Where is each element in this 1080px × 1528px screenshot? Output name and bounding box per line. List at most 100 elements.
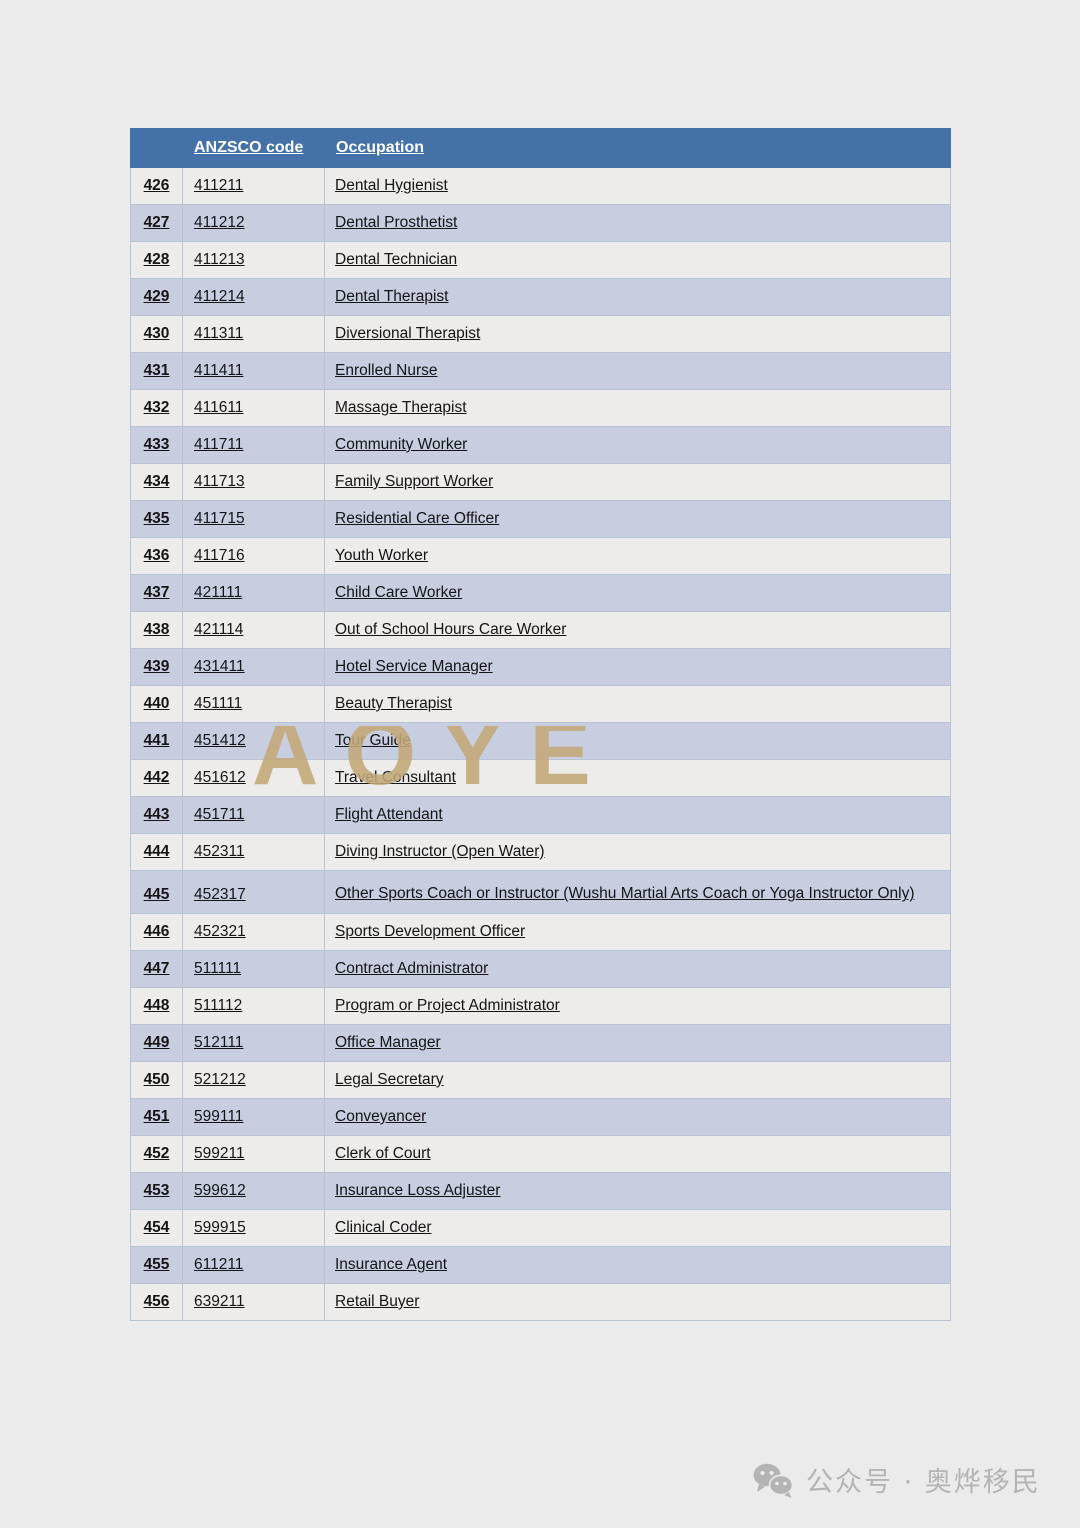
cell-occupation: Community Worker bbox=[324, 426, 951, 464]
cell-occupation: Legal Secretary bbox=[324, 1061, 951, 1099]
row-index-text: 449 bbox=[143, 1034, 170, 1051]
cell-row-index: 456 bbox=[130, 1283, 183, 1321]
table-row: 449 512111 Office Manager bbox=[130, 1024, 951, 1062]
occupation-text: Massage Therapist bbox=[335, 398, 467, 416]
cell-occupation: Office Manager bbox=[324, 1024, 951, 1062]
document-page: ANZSCO code Occupation 426 411211 Dental H… bbox=[0, 0, 1080, 1528]
row-index-text: 442 bbox=[143, 769, 170, 786]
table-row: 455 611211 Insurance Agent bbox=[130, 1246, 951, 1284]
row-index-text: 454 bbox=[143, 1219, 170, 1236]
cell-row-index: 426 bbox=[130, 167, 183, 205]
cell-anzsco-code: 411716 bbox=[182, 537, 325, 575]
cell-anzsco-code: 411213 bbox=[182, 241, 325, 279]
table-row: 451 599111 Conveyancer bbox=[130, 1098, 951, 1136]
cell-occupation: Family Support Worker bbox=[324, 463, 951, 501]
anzsco-code-text: 452317 bbox=[194, 886, 246, 903]
row-index-text: 447 bbox=[143, 960, 170, 977]
cell-anzsco-code: 451111 bbox=[182, 685, 325, 723]
table-row: 428 411213 Dental Technician bbox=[130, 241, 951, 279]
table-row: 434 411713 Family Support Worker bbox=[130, 463, 951, 501]
table-header: ANZSCO code Occupation bbox=[130, 128, 951, 168]
anzsco-code-text: 411715 bbox=[194, 510, 245, 527]
cell-occupation: Tour Guide bbox=[324, 722, 951, 760]
table-row: 430 411311 Diversional Therapist bbox=[130, 315, 951, 353]
cell-occupation: Residential Care Officer bbox=[324, 500, 951, 538]
anzsco-code-text: 599915 bbox=[194, 1219, 246, 1236]
row-index-text: 429 bbox=[143, 288, 170, 305]
table-row: 444 452311 Diving Instructor (Open Water) bbox=[130, 833, 951, 871]
anzsco-code-text: 431411 bbox=[194, 658, 245, 675]
anzsco-code-text: 411611 bbox=[194, 399, 244, 416]
cell-row-index: 427 bbox=[130, 204, 183, 242]
table-row: 441 451412 Tour Guide bbox=[130, 722, 951, 760]
row-index-text: 445 bbox=[143, 886, 170, 903]
cell-row-index: 451 bbox=[130, 1098, 183, 1136]
cell-anzsco-code: 451612 bbox=[182, 759, 325, 797]
table-row: 453 599612 Insurance Loss Adjuster bbox=[130, 1172, 951, 1210]
anzsco-code-text: 452311 bbox=[194, 843, 245, 860]
cell-anzsco-code: 451412 bbox=[182, 722, 325, 760]
table-row: 433 411711 Community Worker bbox=[130, 426, 951, 464]
cell-anzsco-code: 451711 bbox=[182, 796, 325, 834]
table-row: 436 411716 Youth Worker bbox=[130, 537, 951, 575]
cell-anzsco-code: 452317 bbox=[182, 870, 325, 914]
wechat-icon bbox=[752, 1462, 794, 1498]
cell-row-index: 450 bbox=[130, 1061, 183, 1099]
row-index-text: 431 bbox=[143, 362, 170, 379]
row-index-text: 455 bbox=[143, 1256, 170, 1273]
table-row: 429 411214 Dental Therapist bbox=[130, 278, 951, 316]
occupation-text: Dental Technician bbox=[335, 250, 458, 268]
occupation-text: Insurance Loss Adjuster bbox=[335, 1181, 501, 1199]
row-index-text: 456 bbox=[143, 1293, 170, 1310]
anzsco-code-text: 521212 bbox=[194, 1071, 246, 1088]
row-index-text: 453 bbox=[143, 1182, 170, 1199]
cell-occupation: Program or Project Administrator bbox=[324, 987, 951, 1025]
cell-row-index: 455 bbox=[130, 1246, 183, 1284]
cell-occupation: Contract Administrator bbox=[324, 950, 951, 988]
anzsco-code-text: 451111 bbox=[194, 695, 243, 712]
anzsco-code-text: 611211 bbox=[194, 1256, 244, 1273]
anzsco-code-text: 511112 bbox=[194, 997, 243, 1014]
table-row: 437 421111 Child Care Worker bbox=[130, 574, 951, 612]
row-index-text: 436 bbox=[143, 547, 170, 564]
occupation-text: Clerk of Court bbox=[335, 1144, 431, 1162]
cell-occupation: Massage Therapist bbox=[324, 389, 951, 427]
cell-anzsco-code: 421114 bbox=[182, 611, 325, 649]
row-index-text: 448 bbox=[143, 997, 170, 1014]
anzsco-code-text: 512111 bbox=[194, 1034, 244, 1051]
cell-occupation: Hotel Service Manager bbox=[324, 648, 951, 686]
table-row: 439 431411 Hotel Service Manager bbox=[130, 648, 951, 686]
cell-anzsco-code: 599915 bbox=[182, 1209, 325, 1247]
table-row: 446 452321 Sports Development Officer bbox=[130, 913, 951, 951]
occupation-text: Office Manager bbox=[335, 1033, 441, 1051]
occupation-text: Youth Worker bbox=[335, 546, 429, 564]
anzsco-code-text: 599612 bbox=[194, 1182, 246, 1199]
occupation-text: Conveyancer bbox=[335, 1107, 427, 1125]
cell-occupation: Dental Therapist bbox=[324, 278, 951, 316]
cell-row-index: 449 bbox=[130, 1024, 183, 1062]
cell-occupation: Beauty Therapist bbox=[324, 685, 951, 723]
occupation-table: ANZSCO code Occupation 426 411211 Dental H… bbox=[130, 128, 951, 1321]
row-index-text: 430 bbox=[143, 325, 170, 342]
cell-row-index: 429 bbox=[130, 278, 183, 316]
cell-anzsco-code: 521212 bbox=[182, 1061, 325, 1099]
anzsco-code-text: 411311 bbox=[194, 325, 244, 342]
cell-anzsco-code: 411411 bbox=[182, 352, 325, 390]
occupation-text: Diving Instructor (Open Water) bbox=[335, 842, 545, 860]
cell-anzsco-code: 411211 bbox=[182, 167, 325, 205]
row-index-text: 432 bbox=[143, 399, 170, 416]
cell-row-index: 447 bbox=[130, 950, 183, 988]
occupation-text: Retail Buyer bbox=[335, 1292, 420, 1310]
anzsco-code-text: 411214 bbox=[194, 288, 245, 305]
cell-anzsco-code: 599612 bbox=[182, 1172, 325, 1210]
occupation-text: Insurance Agent bbox=[335, 1255, 448, 1273]
table-row: 443 451711 Flight Attendant bbox=[130, 796, 951, 834]
anzsco-code-text: 511111 bbox=[194, 960, 242, 977]
occupation-text: Program or Project Administrator bbox=[335, 996, 560, 1014]
cell-occupation: Insurance Agent bbox=[324, 1246, 951, 1284]
cell-row-index: 428 bbox=[130, 241, 183, 279]
row-index-text: 451 bbox=[143, 1108, 170, 1125]
cell-occupation: Enrolled Nurse bbox=[324, 352, 951, 390]
cell-row-index: 453 bbox=[130, 1172, 183, 1210]
table-row: 454 599915 Clinical Coder bbox=[130, 1209, 951, 1247]
